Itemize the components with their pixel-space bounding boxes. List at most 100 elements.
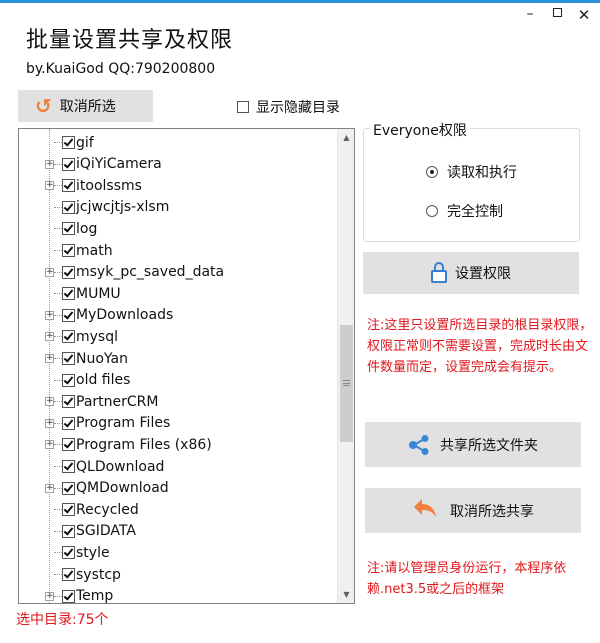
tree-checkbox[interactable] (62, 244, 75, 257)
tree-connector (54, 163, 62, 165)
tree-item[interactable]: old files (19, 370, 337, 391)
tree-checkbox[interactable] (62, 589, 75, 603)
share-icon (408, 434, 430, 456)
tree-item[interactable]: + Program Files (19, 413, 337, 434)
folder-tree[interactable]: ▲ ▼ gif + iQiYiCamera + itoolssms jcjwcjtjs-x… (18, 128, 355, 604)
tree-item[interactable]: + itoolssms (19, 175, 337, 196)
tree-scrollbar[interactable]: ▲ ▼ (337, 129, 354, 603)
tree-connector (54, 466, 62, 467)
tree-checkbox[interactable] (62, 330, 75, 344)
permission-group: Everyone权限 读取和执行 完全控制 (363, 120, 580, 242)
expand-icon[interactable]: + (45, 354, 54, 363)
tree-checkbox[interactable] (62, 460, 75, 473)
undo-arrow-icon (412, 497, 438, 525)
tree-item[interactable]: jcjwcjtjs-xlsm (19, 197, 337, 218)
scroll-down-icon[interactable]: ▼ (338, 586, 354, 603)
tree-checkbox[interactable] (62, 179, 75, 193)
tree-checkbox[interactable] (62, 395, 75, 409)
tree-item-label: jcjwcjtjs-xlsm (76, 199, 170, 216)
tree-item[interactable]: + QMDownload (19, 478, 337, 499)
tree-checkbox[interactable] (62, 416, 75, 430)
close-button[interactable]: ✕ (572, 6, 596, 24)
maximize-icon (552, 8, 562, 17)
scroll-thumb[interactable] (340, 325, 353, 442)
expand-icon[interactable]: + (45, 310, 54, 320)
tree-connector (54, 487, 62, 489)
radio-button[interactable] (426, 166, 438, 178)
expand-icon[interactable]: + (45, 440, 54, 450)
selected-count-status: 选中目录:75个 (16, 612, 109, 628)
tree-item[interactable]: systcp (19, 564, 337, 585)
tree-item[interactable]: + msyk_pc_saved_data (19, 262, 337, 283)
tree-item-label: QLDownload (76, 458, 165, 475)
tree-checkbox[interactable] (62, 373, 75, 387)
tree-item[interactable]: log (19, 218, 337, 239)
show-hidden-checkbox[interactable]: 显示隐藏目录 (237, 97, 340, 117)
tree-connector (54, 250, 62, 251)
permission-group-title: Everyone权限 (370, 120, 470, 140)
radio-full-control[interactable]: 完全控制 (426, 201, 503, 221)
window-top-border (0, 0, 600, 3)
tree-checkbox[interactable] (62, 438, 75, 452)
tree-checkbox[interactable] (62, 265, 75, 279)
tree-item[interactable]: + MyDownloads (19, 305, 337, 326)
tree-item[interactable]: SGIDATA (19, 521, 337, 542)
tree-item-label: old files (76, 372, 131, 389)
tree-item[interactable]: QLDownload (19, 456, 337, 477)
tree-connector (54, 336, 62, 338)
expand-icon[interactable]: + (45, 397, 54, 407)
tree-checkbox[interactable] (62, 568, 75, 581)
expand-icon[interactable]: + (45, 483, 54, 493)
permission-note: 注:这里只设置所选目录的根目录权限，权限正常则不需要设置，完成时长由文件数量而定… (367, 318, 593, 375)
tree-item-label: PartnerCRM (76, 393, 159, 410)
tree-item[interactable]: + NuoYan (19, 348, 337, 369)
tree-checkbox[interactable] (62, 222, 75, 236)
checkbox-box[interactable] (237, 101, 249, 113)
cancel-selection-label: 取消所选 (59, 99, 116, 115)
expand-icon[interactable]: + (45, 332, 54, 342)
expand-icon[interactable]: + (45, 159, 54, 169)
tree-checkbox[interactable] (62, 308, 75, 322)
tree-connector (54, 401, 62, 403)
tree-connector (54, 271, 62, 273)
share-selected-button[interactable]: 共享所选文件夹 (365, 422, 581, 467)
tree-item[interactable]: style (19, 542, 337, 563)
tree-item[interactable]: + PartnerCRM (19, 391, 337, 412)
expand-icon[interactable]: + (45, 181, 54, 191)
expand-icon[interactable]: + (45, 267, 54, 277)
tree-connector (54, 552, 62, 554)
radio-label: 读取和执行 (447, 165, 517, 181)
tree-checkbox[interactable] (62, 503, 75, 517)
tree-item[interactable]: + iQiYiCamera (19, 154, 337, 175)
expand-icon[interactable]: + (45, 591, 54, 601)
tree-item-label: Recycled (76, 501, 139, 518)
tree-checkbox[interactable] (62, 524, 75, 538)
tree-item[interactable]: gif (19, 132, 337, 153)
cancel-selection-button[interactable]: ↺ 取消所选 (18, 90, 153, 122)
tree-item[interactable]: Recycled (19, 499, 337, 520)
tree-checkbox[interactable] (62, 352, 75, 365)
tree-checkbox[interactable] (62, 481, 75, 495)
tree-item[interactable]: math (19, 240, 337, 261)
tree-item[interactable]: + mysql (19, 326, 337, 347)
tree-connector (54, 314, 62, 316)
radio-button[interactable] (426, 205, 438, 217)
tree-item[interactable]: MUMU (19, 283, 337, 304)
tree-item-label: Program Files (76, 415, 171, 432)
unshare-selected-button[interactable]: 取消所选共享 (365, 488, 581, 533)
radio-read-execute[interactable]: 读取和执行 (426, 162, 517, 182)
tree-checkbox[interactable] (62, 157, 75, 171)
tree-checkbox[interactable] (62, 136, 75, 149)
tree-checkbox[interactable] (62, 546, 75, 560)
tree-item[interactable]: + Program Files (x86) (19, 434, 337, 455)
minimize-button[interactable]: – (518, 6, 542, 22)
tree-connector (54, 358, 62, 359)
tree-item[interactable]: + Temp (19, 586, 337, 603)
tree-checkbox[interactable] (62, 287, 75, 301)
set-permission-button[interactable]: 设置权限 (363, 252, 579, 294)
maximize-button[interactable] (545, 5, 569, 21)
tree-checkbox[interactable] (62, 200, 75, 214)
scroll-up-icon[interactable]: ▲ (338, 129, 354, 146)
expand-icon[interactable]: + (45, 418, 54, 428)
radio-label: 完全控制 (447, 204, 503, 220)
